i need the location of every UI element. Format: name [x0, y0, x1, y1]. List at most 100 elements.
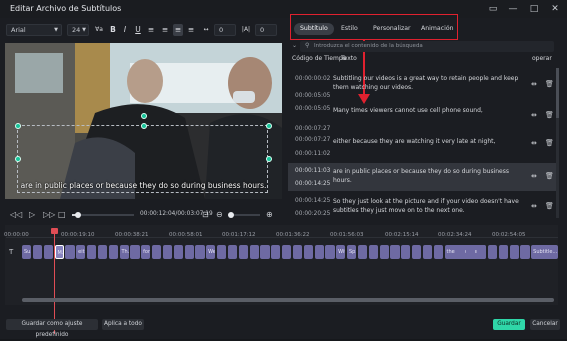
stop-icon[interactable]: □	[58, 210, 66, 219]
subtitle-clip[interactable]	[466, 245, 476, 259]
subtitle-clip[interactable]	[520, 245, 530, 259]
underline-icon[interactable]: U	[133, 24, 143, 36]
list-item[interactable]: 00:00:14:25 00:00:20:25 So they just loo…	[288, 193, 556, 221]
list-item[interactable]: 00:00:07:27 00:00:11:02 either because t…	[288, 136, 556, 162]
resize-handle[interactable]	[266, 156, 272, 162]
subtitle-clip[interactable]	[249, 245, 259, 259]
subtitle-clip[interactable]	[32, 245, 43, 259]
subtitle-clip[interactable]	[498, 245, 508, 259]
italic-icon[interactable]: I	[120, 24, 130, 36]
split-icon[interactable]: ⇹	[531, 172, 537, 180]
subtitle-clip[interactable]	[368, 245, 378, 259]
subtitle-clip[interactable]	[282, 245, 292, 259]
split-icon[interactable]: ⇹	[531, 202, 537, 210]
close-icon[interactable]: ✕	[548, 2, 562, 16]
tab-estilo[interactable]: Estilo	[341, 23, 358, 35]
timeline-scrollbar[interactable]	[22, 298, 554, 302]
play-icon[interactable]: ▷	[29, 210, 35, 219]
subtitle-clip[interactable]	[152, 245, 162, 259]
subtitle-clip[interactable]	[43, 245, 53, 259]
subtitle-clip[interactable]: M...	[54, 245, 64, 259]
subtitle-clip[interactable]	[87, 245, 97, 259]
save-button[interactable]: Guardar	[493, 319, 525, 330]
subtitle-clip[interactable]	[227, 245, 238, 259]
split-icon[interactable]: ⇹	[531, 80, 537, 88]
subtitle-clip[interactable]	[162, 245, 173, 259]
restore-icon[interactable]: ▭	[486, 2, 500, 16]
text-color-icon[interactable]: Ɐa	[93, 24, 105, 36]
subtitle-clip[interactable]: eit...	[76, 245, 86, 259]
list-item[interactable]: 00:00:05:05 00:00:07:27 Many times viewe…	[288, 104, 556, 135]
zoom-slider-thumb[interactable]	[228, 212, 234, 218]
rotate-handle[interactable]	[141, 113, 147, 119]
save-as-default-button[interactable]: Guardar como ajuste predefinido	[6, 319, 98, 338]
subtitle-clip[interactable]	[401, 245, 411, 259]
resize-handle[interactable]	[15, 123, 21, 129]
subtitle-clip[interactable]	[487, 245, 498, 259]
subtitle-clip[interactable]	[195, 245, 205, 259]
subtitle-clip[interactable]	[130, 245, 140, 259]
split-icon[interactable]: ⇹	[531, 111, 537, 119]
tab-subtitulo[interactable]: Subtítulo	[294, 23, 334, 35]
font-size-select[interactable]: 24 ▼	[67, 24, 89, 36]
subtitle-clip[interactable]: Wit...	[336, 245, 346, 259]
minimize-icon[interactable]: —	[506, 2, 520, 16]
prev-frame-icon[interactable]: ◁◁	[10, 210, 22, 219]
subtitle-clip[interactable]: Sp...	[347, 245, 357, 259]
split-icon[interactable]: ⇹	[531, 139, 537, 147]
playback-progress-bar[interactable]	[72, 212, 134, 218]
align-left-icon[interactable]: ≡	[146, 24, 156, 36]
trash-icon[interactable]: 🗑	[545, 80, 554, 88]
resize-handle[interactable]	[141, 123, 147, 129]
list-item-selected[interactable]: 00:00:11:03 00:00:14:25 are in public pl…	[288, 163, 556, 191]
subtitle-clip[interactable]	[390, 245, 400, 259]
subtitle-clip[interactable]	[108, 245, 118, 259]
trash-icon[interactable]: 🗑	[545, 202, 554, 210]
list-item[interactable]: 00:00:00:02 00:00:05:05 Subtitling our v…	[288, 70, 556, 102]
subtitle-clip[interactable]	[357, 245, 368, 259]
subtitle-clip[interactable]	[325, 245, 335, 259]
subtitle-clip[interactable]	[238, 245, 248, 259]
list-scrollbar[interactable]	[556, 68, 559, 218]
subtitle-clip[interactable]	[455, 245, 465, 259]
line-spacing-icon[interactable]: |A|	[240, 24, 252, 36]
subtitle-clip[interactable]	[477, 245, 487, 259]
bold-icon[interactable]: B	[108, 24, 118, 36]
subtitle-clip[interactable]	[271, 245, 281, 259]
maximize-icon[interactable]: □	[527, 2, 541, 16]
resize-handle[interactable]	[266, 123, 272, 129]
subtitle-clip[interactable]	[173, 245, 183, 259]
subtitle-clip[interactable]	[433, 245, 443, 259]
subtitle-clip[interactable]	[184, 245, 194, 259]
tab-animacion[interactable]: Animación	[421, 23, 454, 35]
subtitle-clip[interactable]: Su...	[22, 245, 32, 259]
collapse-chevron-icon[interactable]: ⌄	[292, 42, 297, 49]
subtitle-clip[interactable]	[217, 245, 227, 259]
subtitle-clip[interactable]: Th...	[119, 245, 129, 259]
subtitle-clip[interactable]	[412, 245, 422, 259]
playhead-handle[interactable]	[51, 228, 58, 234]
subtitle-clip[interactable]	[314, 245, 324, 259]
zoom-out-icon[interactable]: ⊖	[216, 210, 223, 219]
subtitle-clip[interactable]	[379, 245, 389, 259]
line-spacing-input[interactable]: 0	[255, 24, 277, 36]
trash-icon[interactable]: 🗑	[545, 139, 554, 147]
subtitle-clip[interactable]	[303, 245, 313, 259]
subtitle-clip[interactable]	[65, 245, 75, 259]
next-frame-icon[interactable]: ▷▷	[43, 210, 55, 219]
zoom-slider[interactable]	[228, 212, 260, 218]
tab-personalizar[interactable]: Personalizar	[373, 23, 411, 35]
subtitle-clip[interactable]	[509, 245, 519, 259]
subtitle-clip[interactable]	[97, 245, 108, 259]
trash-icon[interactable]: 🗑	[545, 172, 554, 180]
subtitle-clip[interactable]: Subtitle...	[531, 245, 559, 259]
subtitle-bounding-box[interactable]	[17, 125, 268, 193]
letter-spacing-input[interactable]: 0	[214, 24, 236, 36]
apply-all-button[interactable]: Aplica a todo	[102, 319, 144, 330]
fullscreen-icon[interactable]: ⊡	[202, 210, 209, 219]
letter-spacing-icon[interactable]: ↔	[200, 24, 212, 36]
align-right-icon[interactable]: ≡	[186, 24, 196, 36]
cancel-button[interactable]: Cancelar	[530, 319, 560, 330]
subtitle-clip[interactable]	[260, 245, 270, 259]
align-justify-icon[interactable]: ≡	[173, 24, 183, 36]
